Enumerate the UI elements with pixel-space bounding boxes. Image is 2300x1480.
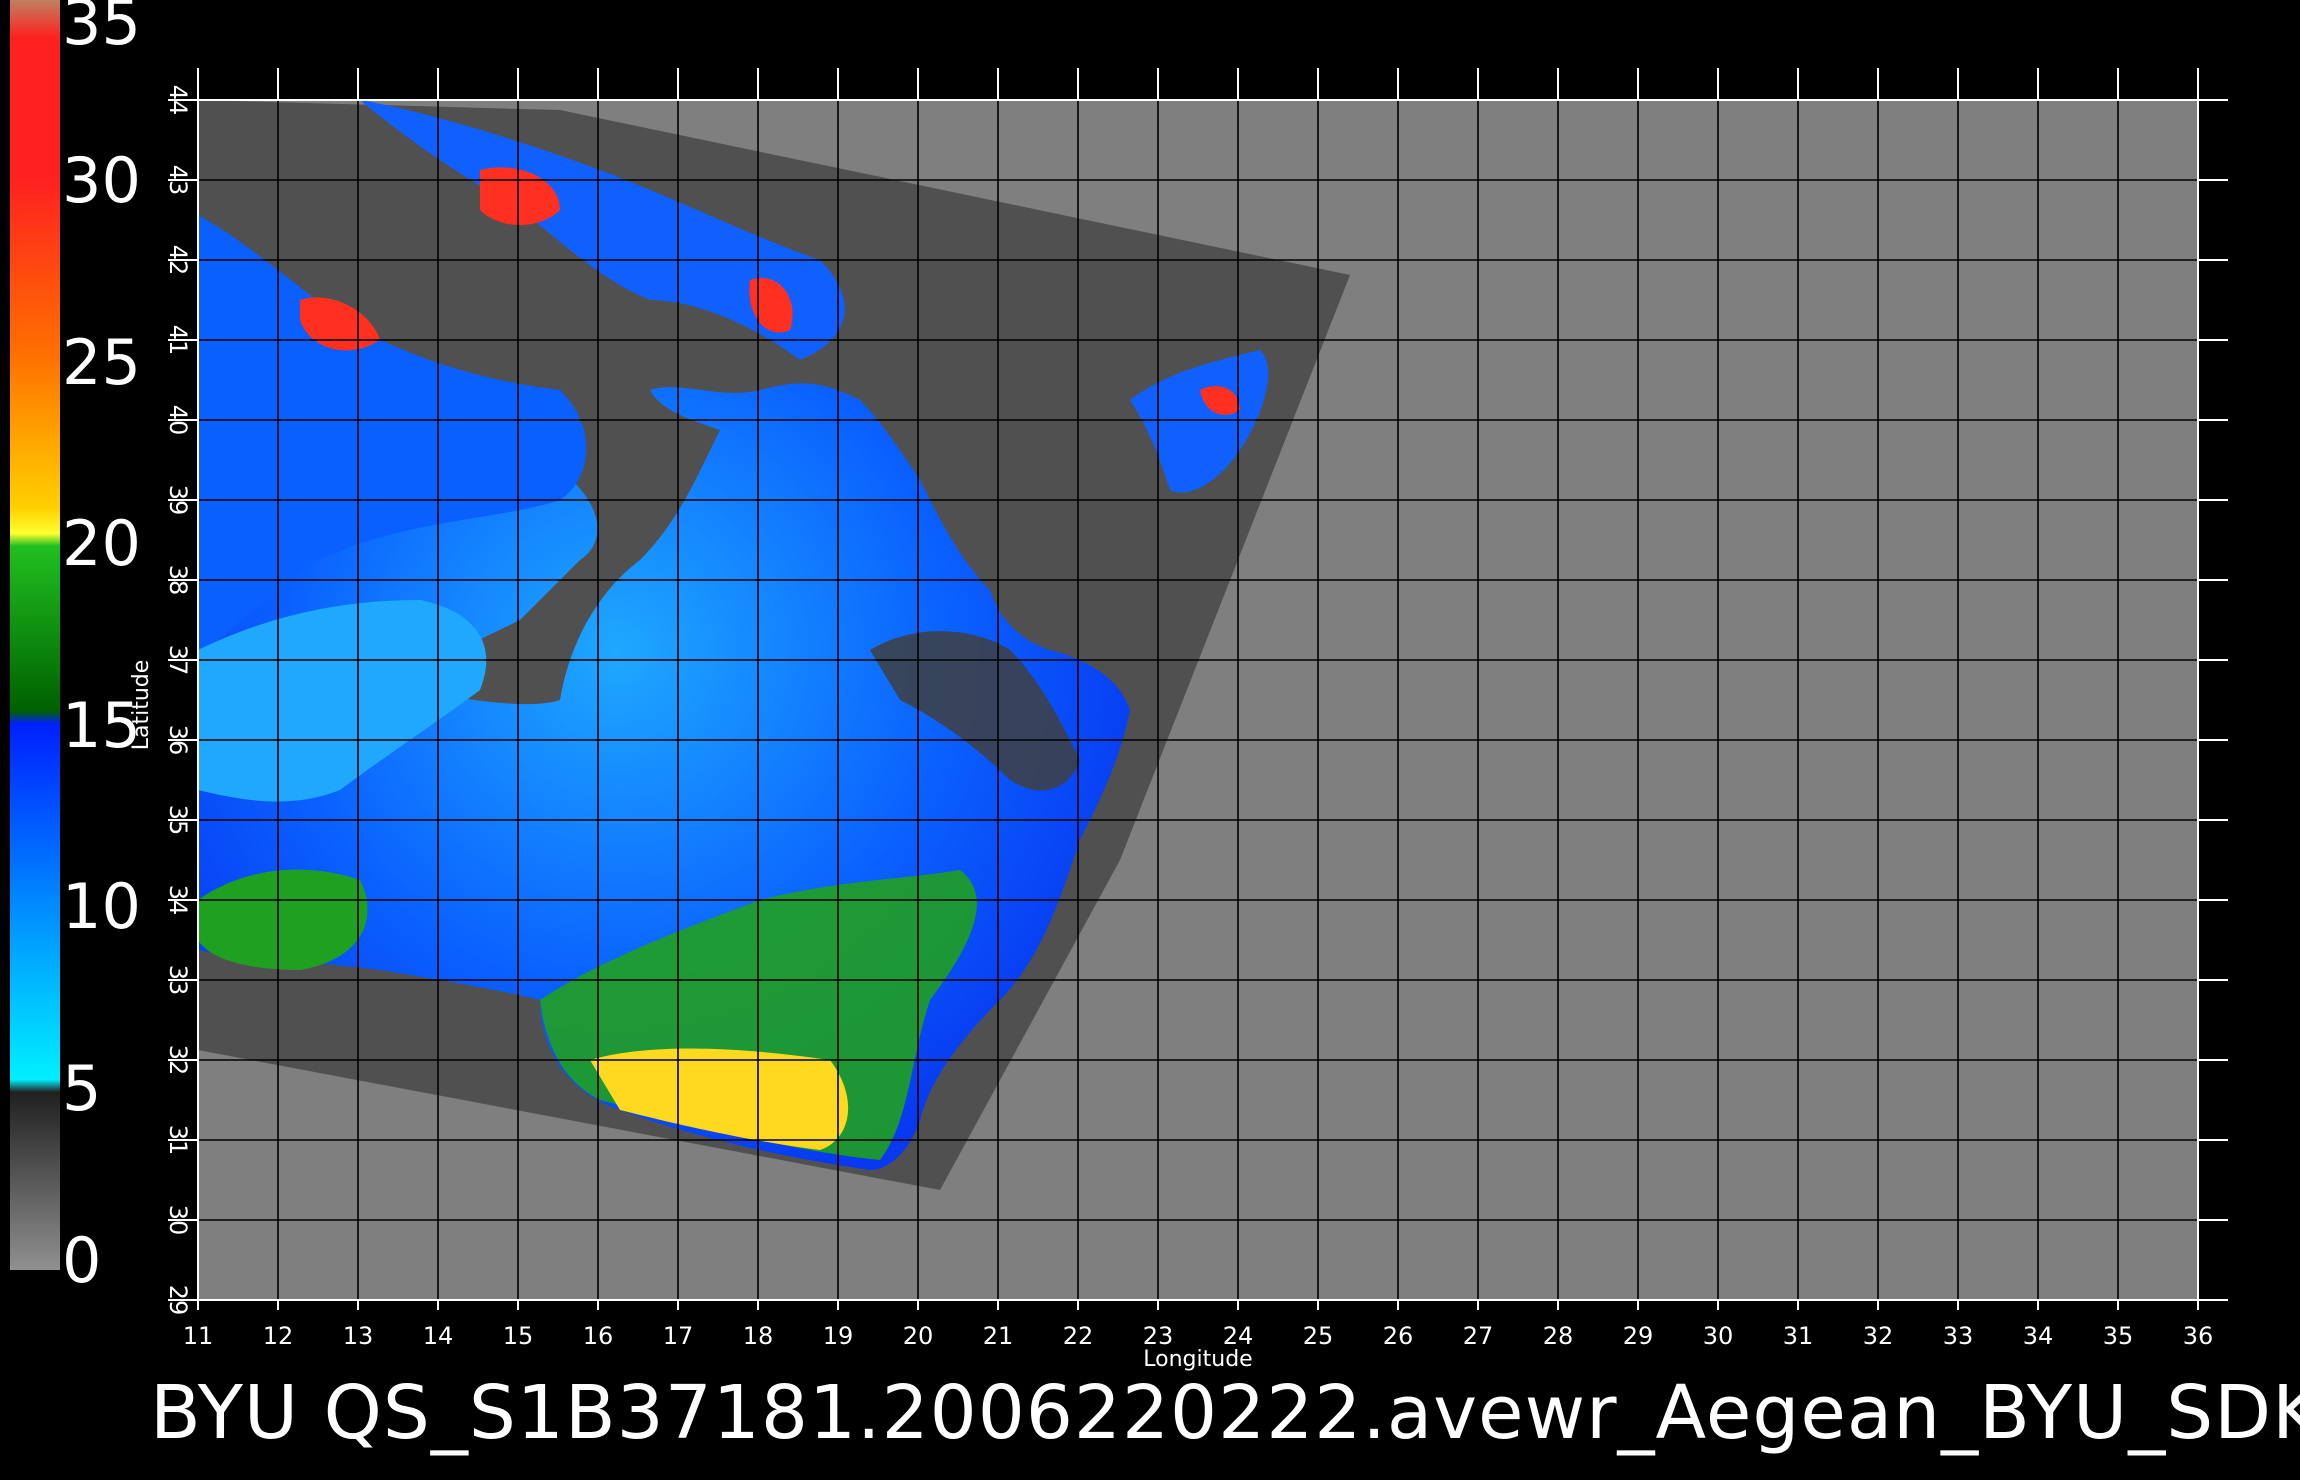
x-tick-label: 17 — [663, 1322, 694, 1350]
y-tick-label: 37 — [164, 645, 192, 676]
x-tick-label: 26 — [1383, 1322, 1414, 1350]
x-tick-label: 31 — [1783, 1322, 1814, 1350]
x-tick-label: 25 — [1303, 1322, 1334, 1350]
x-tick-label: 19 — [823, 1322, 854, 1350]
wind-map-figure: 11 12 13 14 15 16 17 18 19 20 21 22 23 24 25 26 27 28 29 30… — [10, 0, 2228, 1372]
x-tick-label: 14 — [423, 1322, 454, 1350]
y-tick-label: 40 — [164, 405, 192, 436]
x-tick-label: 22 — [1063, 1322, 1094, 1350]
x-tick-label: 29 — [1623, 1322, 1654, 1350]
colorbar-tick-label: 25 — [62, 325, 141, 399]
x-tick-label: 28 — [1543, 1322, 1574, 1350]
x-tick-label: 21 — [983, 1322, 1014, 1350]
colorbar — [10, 0, 60, 1270]
colorbar-tick-label: 10 — [62, 870, 141, 944]
y-tick-label: 36 — [164, 725, 192, 756]
x-tick-label: 34 — [2023, 1322, 2054, 1350]
colorbar-tick-label: 5 — [62, 1051, 102, 1125]
map-plot-area — [198, 100, 2198, 1300]
x-tick-label: 11 — [183, 1322, 214, 1350]
y-tick-label: 34 — [164, 885, 192, 916]
colorbar-tick-label: 30 — [62, 144, 141, 218]
colorbar-tick-label: 35 — [62, 0, 141, 59]
x-tick-label: 30 — [1703, 1322, 1734, 1350]
y-tick-label: 32 — [164, 1045, 192, 1076]
image-caption: BYU QS_S1B37181.2006220222.avewr_Aegean_… — [150, 1370, 2300, 1456]
x-tick-label: 35 — [2103, 1322, 2134, 1350]
y-tick-label: 41 — [164, 325, 192, 356]
x-tick-label: 33 — [1943, 1322, 1974, 1350]
y-tick-label: 31 — [164, 1125, 192, 1156]
y-tick-label: 29 — [164, 1285, 192, 1316]
colorbar-tick-label: 0 — [62, 1224, 102, 1297]
x-tick-label: 20 — [903, 1322, 934, 1350]
y-tick-label: 38 — [164, 565, 192, 596]
x-tick-label: 15 — [503, 1322, 534, 1350]
x-tick-label: 32 — [1863, 1322, 1894, 1350]
x-tick-label: 23 — [1143, 1322, 1174, 1350]
colorbar-tick-label: 20 — [62, 507, 141, 581]
y-tick-label: 44 — [164, 85, 192, 116]
y-tick-label: 43 — [164, 165, 192, 196]
x-tick-label: 24 — [1223, 1322, 1254, 1350]
x-tick-label: 27 — [1463, 1322, 1494, 1350]
colorbar-tick-label: 15 — [62, 688, 141, 762]
x-tick-label: 12 — [263, 1322, 294, 1350]
x-axis-label: Longitude — [1143, 1347, 1252, 1372]
x-tick-label: 13 — [343, 1322, 374, 1350]
x-tick-label: 16 — [583, 1322, 614, 1350]
x-tick-label: 18 — [743, 1322, 774, 1350]
y-tick-label: 42 — [164, 245, 192, 276]
y-tick-label: 33 — [164, 965, 192, 996]
y-tick-label: 35 — [164, 805, 192, 836]
x-tick-label: 36 — [2183, 1322, 2214, 1350]
y-tick-label: 30 — [164, 1205, 192, 1236]
y-tick-label: 39 — [164, 485, 192, 516]
